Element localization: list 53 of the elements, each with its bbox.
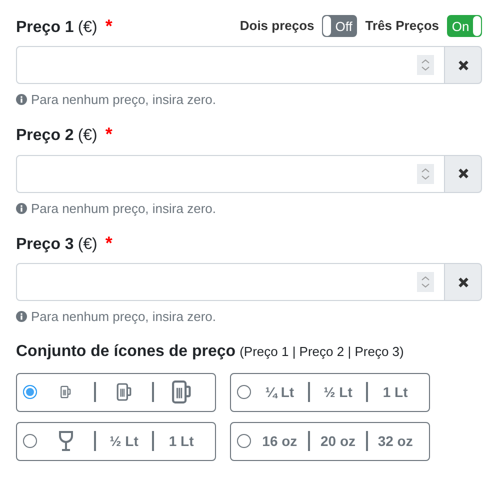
clear-button[interactable]: [444, 46, 482, 84]
size-label: 1 Lt: [382, 382, 408, 402]
icon-set-option[interactable]: ¼ Lt ½ Lt 1 Lt: [230, 372, 430, 412]
field-label: Preço 3: [16, 234, 74, 254]
icon-set-option[interactable]: ½ Lt 1 Lt: [16, 422, 216, 460]
size-label: ½ Lt: [110, 432, 138, 450]
price-input[interactable]: [16, 154, 445, 192]
beer-mug-icon: [170, 379, 192, 405]
spinner-icon[interactable]: [417, 164, 434, 184]
size-label: ½ Lt: [324, 382, 352, 402]
hint-text: Para nenhum preço, insira zero.: [31, 308, 216, 326]
info-icon: [16, 94, 27, 106]
spinner-icon[interactable]: [417, 55, 434, 75]
clear-button[interactable]: [444, 154, 482, 192]
close-icon: [458, 168, 468, 179]
info-icon: [16, 202, 27, 214]
field-label: Preço 1: [16, 18, 74, 38]
info-icon: [16, 311, 27, 322]
hint-text: Para nenhum preço, insira zero.: [31, 200, 216, 218]
size-label: 20 oz: [320, 432, 356, 450]
radio-button[interactable]: [23, 434, 37, 448]
beer-mug-icon: [116, 382, 132, 402]
icon-set-option[interactable]: 16 oz 20 oz 32 oz: [230, 422, 430, 460]
unit-label: (€): [78, 18, 98, 38]
radio-button[interactable]: [23, 385, 37, 399]
section-subtitle: (Preço 1 | Preço 2 | Preço 3): [240, 342, 404, 361]
section-title: Conjunto de ícones de preço: [16, 342, 236, 362]
unit-label: (€): [78, 126, 98, 146]
hint-text: Para nenhum preço, insira zero.: [31, 91, 216, 109]
size-label: 16 oz: [262, 432, 298, 450]
toggle-switch[interactable]: Off: [322, 15, 358, 37]
required-mark: *: [105, 123, 112, 146]
size-label: ¼ Lt: [265, 382, 294, 402]
price-input[interactable]: [16, 263, 445, 301]
close-icon: [458, 276, 468, 288]
size-label: 1 Lt: [168, 432, 194, 450]
beer-mug-icon: [60, 385, 72, 399]
required-mark: *: [105, 232, 112, 254]
spinner-icon[interactable]: [417, 272, 434, 292]
field-label: Preço 2: [16, 126, 74, 146]
price-input[interactable]: [16, 46, 445, 84]
radio-button[interactable]: [237, 434, 251, 448]
required-mark: *: [105, 14, 112, 38]
toggle-label: Dois preços: [240, 17, 314, 36]
unit-label: (€): [78, 234, 98, 254]
clear-button[interactable]: [444, 263, 482, 301]
toggle-label: Três Preços: [365, 17, 439, 36]
size-label: 32 oz: [378, 432, 413, 450]
toggle-switch[interactable]: On: [447, 15, 482, 37]
close-icon: [458, 60, 468, 70]
radio-button[interactable]: [237, 385, 251, 399]
icon-set-option[interactable]: [16, 372, 216, 412]
wine-glass-icon: [58, 431, 74, 451]
